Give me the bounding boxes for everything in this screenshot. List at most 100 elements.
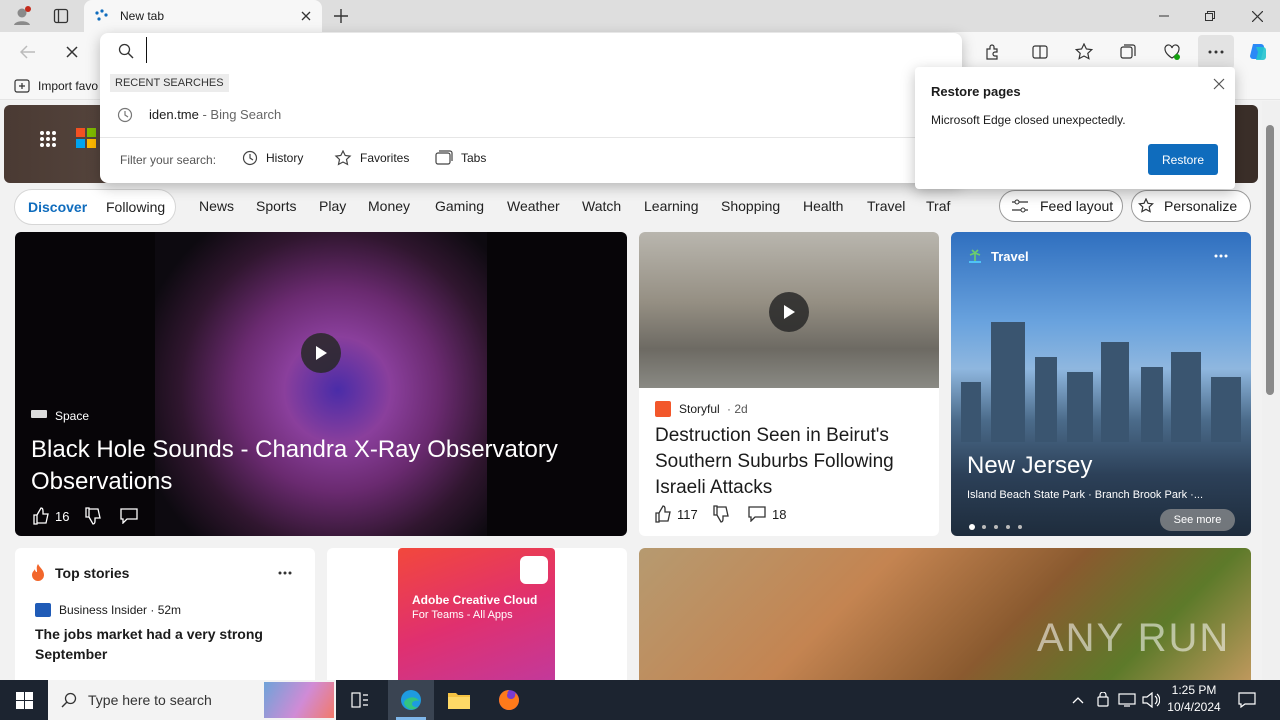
extensions-icon[interactable] xyxy=(981,41,1003,63)
personalize-label: Personalize xyxy=(1164,198,1238,214)
filter-tabs-button[interactable]: Tabs xyxy=(435,150,486,166)
tab-actions-icon[interactable] xyxy=(50,6,72,26)
page-scrollbar[interactable] xyxy=(1262,101,1280,680)
task-view-icon[interactable] xyxy=(344,688,376,712)
category-sports[interactable]: Sports xyxy=(256,198,296,214)
category-gaming[interactable]: Gaming xyxy=(435,198,484,214)
tab-following[interactable]: Following xyxy=(106,199,165,215)
copilot-icon[interactable] xyxy=(1245,39,1271,65)
edge-taskbar-icon[interactable] xyxy=(388,680,434,720)
category-traffic[interactable]: Traf xyxy=(926,198,950,214)
close-window-icon[interactable] xyxy=(1247,6,1267,26)
headline[interactable]: Black Hole Sounds - Chandra X-Ray Observ… xyxy=(31,434,601,498)
close-tab-icon[interactable] xyxy=(298,8,314,24)
taskbar: Type here to search 1:25 PM 10/4/2024 xyxy=(0,680,1280,720)
tab-new-tab[interactable]: New tab xyxy=(84,0,322,32)
play-icon[interactable] xyxy=(301,333,341,373)
tab-discover[interactable]: Discover xyxy=(28,199,87,215)
volume-icon[interactable] xyxy=(1141,690,1161,710)
category-news[interactable]: News xyxy=(199,198,234,214)
file-explorer-icon[interactable] xyxy=(438,688,480,712)
personalize-button[interactable]: Personalize xyxy=(1131,190,1251,222)
close-icon[interactable] xyxy=(1209,74,1229,94)
feed-nav: Discover Following News Sports Play Mone… xyxy=(14,189,1254,225)
taskbar-search-box[interactable]: Type here to search xyxy=(48,680,336,720)
recent-search-term: iden.tme xyxy=(149,107,199,122)
dislike-icon[interactable] xyxy=(711,504,731,524)
food-card[interactable]: ANY RUN xyxy=(639,548,1251,680)
travel-label: Travel xyxy=(991,249,1029,264)
category-weather[interactable]: Weather xyxy=(507,198,560,214)
category-shopping[interactable]: Shopping xyxy=(721,198,780,214)
favorites-star-icon[interactable] xyxy=(1073,41,1095,63)
category-learning[interactable]: Learning xyxy=(644,198,699,214)
filter-favorites-button[interactable]: Favorites xyxy=(334,150,409,166)
business-insider-logo-icon xyxy=(35,603,51,617)
show-hidden-icons-icon[interactable] xyxy=(1068,690,1088,710)
feed-layout-button[interactable]: Feed layout xyxy=(999,190,1123,222)
fire-icon xyxy=(31,564,47,582)
travel-card[interactable]: Travel New Jersey Island Beach State Par… xyxy=(951,232,1251,536)
firefox-icon[interactable] xyxy=(488,688,530,712)
like-icon[interactable] xyxy=(653,504,673,524)
more-options-icon[interactable] xyxy=(1209,246,1233,266)
ad-title: Adobe Creative Cloud xyxy=(412,593,538,607)
category-money[interactable]: Money xyxy=(368,198,410,214)
filter-history-label: History xyxy=(266,151,304,165)
source-name: Space xyxy=(55,409,90,423)
security-tray-icon[interactable] xyxy=(1093,690,1113,710)
filter-tabs-label: Tabs xyxy=(461,151,487,165)
dislike-icon[interactable] xyxy=(83,506,103,526)
main-video-card[interactable]: Space Black Hole Sounds - Chandra X-Ray … xyxy=(15,232,627,536)
app-launcher-icon[interactable] xyxy=(36,127,60,151)
recent-search-item[interactable]: iden.tme - Bing Search xyxy=(149,107,281,122)
category-travel[interactable]: Travel xyxy=(867,198,905,214)
ad-card[interactable]: Adobe Creative Cloud For Teams - All App… xyxy=(327,548,627,680)
recent-searches-label: RECENT SEARCHES xyxy=(110,74,229,92)
headline[interactable]: Destruction Seen in Beirut's Southern Su… xyxy=(655,423,931,501)
settings-more-icon[interactable] xyxy=(1198,35,1234,69)
import-favorites-link[interactable]: Import favo xyxy=(38,79,100,93)
minimize-icon[interactable] xyxy=(1154,6,1174,26)
search-highlight-image xyxy=(264,682,334,718)
comment-icon[interactable] xyxy=(746,504,768,524)
search-icon xyxy=(116,41,136,61)
travel-title[interactable]: New Jersey xyxy=(967,452,1092,480)
new-tab-icon[interactable] xyxy=(331,6,351,26)
like-icon[interactable] xyxy=(31,506,51,526)
see-more-label: See more xyxy=(1173,514,1222,526)
windows-start-icon[interactable] xyxy=(0,680,48,720)
like-count: 16 xyxy=(55,509,70,524)
category-watch[interactable]: Watch xyxy=(582,198,621,214)
skyline-image xyxy=(951,312,1251,462)
history-icon xyxy=(242,150,258,166)
back-icon[interactable] xyxy=(17,41,39,63)
filter-history-button[interactable]: History xyxy=(242,150,303,166)
restore-window-icon[interactable] xyxy=(1200,6,1220,26)
travel-subtitle: Island Beach State Park · Branch Brook P… xyxy=(967,489,1203,501)
address-input[interactable] xyxy=(146,37,926,63)
restore-button-label: Restore xyxy=(1161,152,1205,167)
filter-divider xyxy=(100,137,962,138)
clock[interactable]: 1:25 PM 10/4/2024 xyxy=(1162,683,1226,717)
collections-icon[interactable] xyxy=(1117,41,1139,63)
story-headline[interactable]: The jobs market had a very strong Septem… xyxy=(35,624,285,664)
import-icon xyxy=(13,78,31,94)
stop-loading-icon[interactable] xyxy=(61,41,83,63)
beirut-card[interactable]: Storyful · 2d Destruction Seen in Beirut… xyxy=(639,232,939,536)
profile-icon[interactable] xyxy=(10,5,34,27)
notifications-icon[interactable] xyxy=(1236,690,1258,710)
network-icon[interactable] xyxy=(1117,690,1137,710)
play-icon[interactable] xyxy=(769,292,809,332)
split-screen-icon[interactable] xyxy=(1029,41,1051,63)
scroll-thumb[interactable] xyxy=(1266,125,1274,395)
recent-search-suffix: - Bing Search xyxy=(198,107,282,122)
more-options-icon[interactable] xyxy=(273,563,297,583)
comment-icon[interactable] xyxy=(118,506,140,526)
browser-essentials-icon[interactable] xyxy=(1161,41,1183,63)
category-play[interactable]: Play xyxy=(319,198,346,214)
see-more-button[interactable]: See more xyxy=(1160,509,1235,531)
category-health[interactable]: Health xyxy=(803,198,843,214)
restore-button[interactable]: Restore xyxy=(1148,144,1218,175)
story-source: Business Insider · 52m xyxy=(59,603,182,617)
